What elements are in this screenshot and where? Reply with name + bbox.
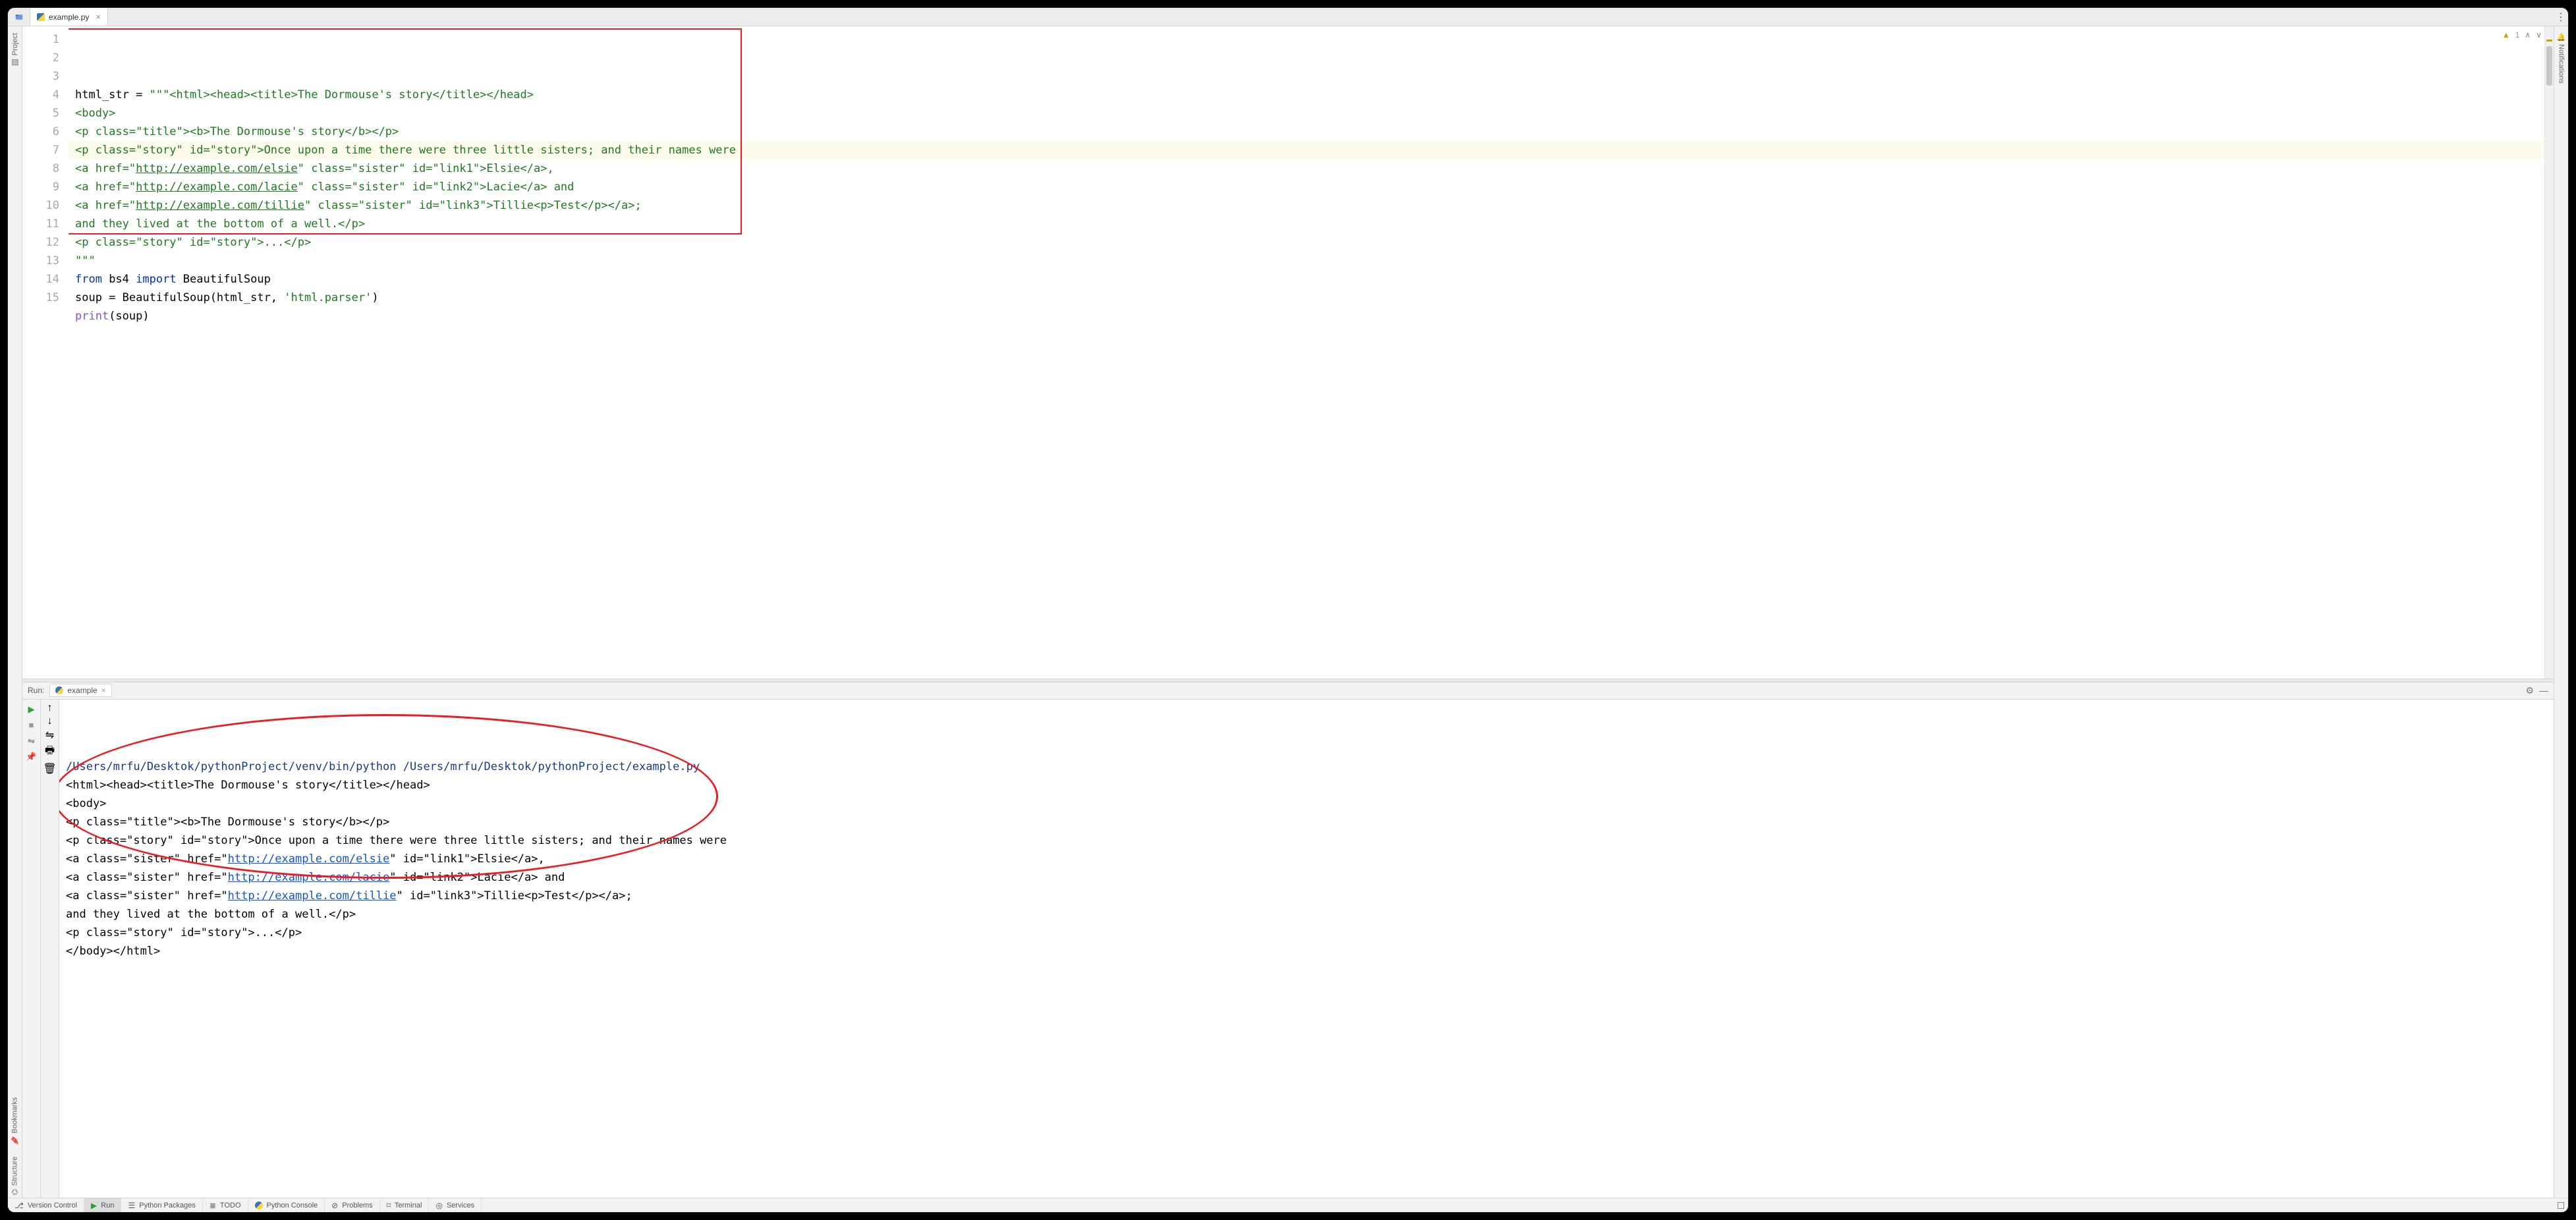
notifications-tool-button[interactable]: 🔔 Notifications	[2557, 30, 2565, 86]
play-icon: ▶	[91, 1201, 97, 1210]
gear-icon[interactable]: ⚙	[2525, 685, 2534, 696]
terminal-icon: ⌑	[387, 1201, 391, 1210]
warning-icon: ▲	[2502, 30, 2510, 40]
line-gutter[interactable]: 123456789101112131415	[22, 26, 69, 679]
prev-highlight-icon[interactable]: ∧	[2525, 30, 2531, 40]
bookmark-icon: 🔖	[11, 1136, 19, 1144]
run-tool-button[interactable]: ▶ Run	[84, 1198, 121, 1212]
ide-window: example.py × ⋮ ▤ Project 🔖 Bookmarks ⌬ S…	[8, 8, 2568, 1212]
clear-button[interactable]: 🗑	[43, 762, 56, 775]
bookmarks-tool-button[interactable]: 🔖 Bookmarks	[11, 1094, 19, 1147]
hide-panel-icon[interactable]: —	[2539, 685, 2548, 696]
run-toolbar-col2: ↑ ↓ ⇋ 🖶 🗑	[41, 700, 59, 1198]
structure-icon: ⌬	[11, 1188, 19, 1195]
left-tool-strip: ▤ Project 🔖 Bookmarks ⌬ Structure	[8, 26, 22, 1198]
structure-tool-button[interactable]: ⌬ Structure	[11, 1154, 19, 1198]
right-tool-strip: 🔔 Notifications	[2554, 26, 2568, 1198]
next-highlight-icon[interactable]: ∨	[2536, 30, 2542, 40]
print-button[interactable]: 🖶	[45, 743, 55, 761]
inspection-badges[interactable]: ▲ 1 ∧ ∨	[2502, 30, 2542, 40]
kebab-icon[interactable]: ⋮	[2554, 8, 2568, 26]
python-run-icon	[55, 686, 63, 694]
scroll-down-button[interactable]: ↓	[47, 715, 53, 727]
pin-button[interactable]: 📌	[24, 750, 39, 764]
rerun-button[interactable]: ▶	[24, 702, 39, 717]
problems-button[interactable]: ⊘ Problems	[325, 1198, 380, 1212]
problems-icon: ⊘	[331, 1201, 338, 1210]
services-button[interactable]: ◎ Services	[429, 1198, 482, 1212]
bell-icon: 🔔	[2557, 33, 2565, 42]
project-dropdown-icon[interactable]	[8, 8, 30, 26]
run-toolbar-col1: ▶ ■ ⇋ 📌	[22, 700, 41, 1198]
todo-icon: ≣	[210, 1201, 216, 1210]
run-panel: Run: example × ⚙ — ▶ ■ ⇋ 📌	[22, 682, 2554, 1198]
scroll-up-button[interactable]: ↑	[47, 702, 53, 714]
scrollbar-thumb[interactable]	[2546, 46, 2552, 86]
python-icon	[255, 1202, 263, 1209]
layout-button[interactable]: ⇋	[24, 734, 39, 748]
services-icon: ◎	[435, 1201, 442, 1210]
package-icon: ☰	[128, 1201, 135, 1210]
python-packages-button[interactable]: ☰ Python Packages	[121, 1198, 202, 1212]
version-control-button[interactable]: ⎇ Version Control	[8, 1198, 84, 1212]
stop-button[interactable]: ■	[24, 718, 39, 733]
todo-button[interactable]: ≣ TODO	[203, 1198, 248, 1212]
editor-tab-example[interactable]: example.py ×	[30, 8, 108, 26]
run-config-tab[interactable]: example ×	[49, 684, 111, 697]
python-console-button[interactable]: Python Console	[248, 1198, 325, 1212]
editor-tabbar: example.py × ⋮	[8, 8, 2568, 26]
scrollbar-warning-mark	[2546, 40, 2552, 42]
code-editor[interactable]: 123456789101112131415 html_str = """<htm…	[22, 26, 2554, 679]
terminal-button[interactable]: ⌑ Terminal	[380, 1198, 430, 1212]
run-panel-title: Run:	[28, 686, 44, 695]
status-bar: ⎇ Version Control ▶ Run ☰ Python Package…	[8, 1198, 2568, 1212]
project-tool-button[interactable]: ▤ Project	[11, 30, 20, 70]
branch-icon: ⎇	[14, 1201, 24, 1210]
code-area[interactable]: html_str = """<html><head><title>The Dor…	[69, 26, 2554, 679]
status-square-icon[interactable]	[2558, 1202, 2564, 1209]
close-icon[interactable]: ×	[96, 12, 101, 22]
tab-filename: example.py	[49, 13, 89, 22]
run-output[interactable]: /Users/mrfu/Desktok/pythonProject/venv/b…	[59, 700, 2554, 1198]
warning-count: 1	[2515, 30, 2520, 40]
folder-icon: ▤	[11, 58, 20, 67]
soft-wrap-button[interactable]: ⇋	[45, 729, 54, 742]
close-icon[interactable]: ×	[101, 686, 106, 695]
python-file-icon	[37, 13, 45, 21]
